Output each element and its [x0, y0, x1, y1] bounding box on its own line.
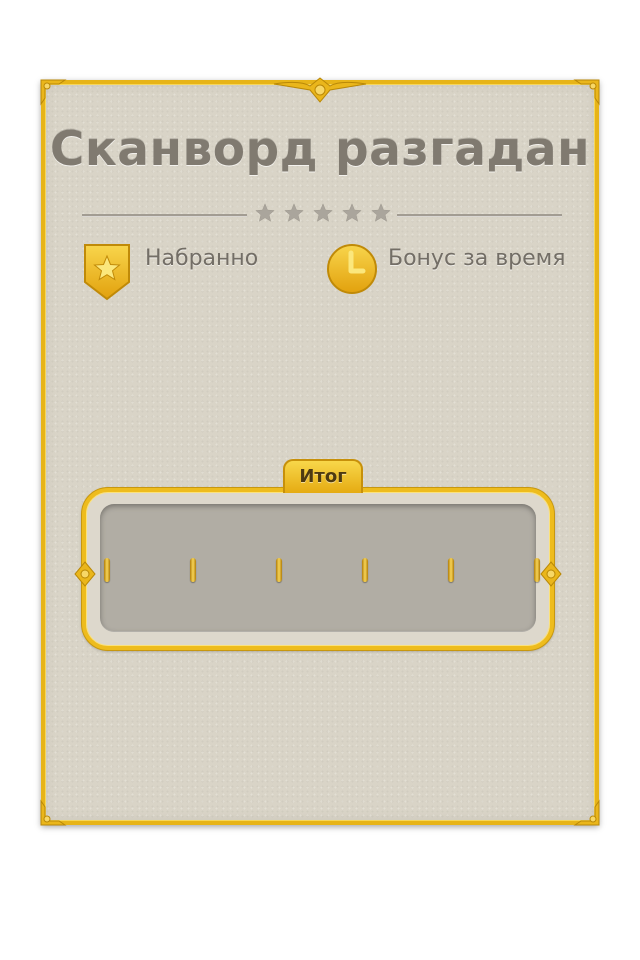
- rating-stars: [254, 202, 392, 224]
- star-badge-icon: [84, 244, 130, 301]
- side-ornament-icon: [540, 561, 562, 587]
- puzzle-solved-dialog: Сканворд разгадан Набранно Бонус за врем…: [40, 77, 600, 826]
- time-bonus-stat: Бонус за время: [325, 242, 575, 302]
- star-icon: [284, 203, 304, 222]
- dialog-title: Сканворд разгадан: [49, 122, 591, 177]
- corner-ornament-icon: [573, 79, 600, 106]
- digit-slot: [190, 558, 196, 582]
- star-icon: [342, 203, 362, 222]
- score-label: Набранно: [145, 246, 259, 271]
- star-icon: [255, 203, 275, 222]
- total-result-frame: [74, 488, 562, 650]
- divider-line: [82, 214, 247, 217]
- star-icon: [313, 203, 333, 222]
- digit-slot: [276, 558, 282, 582]
- divider-line: [397, 214, 562, 217]
- time-bonus-label: Бонус за время: [388, 246, 566, 271]
- total-score-display: [100, 504, 540, 632]
- total-tab-label: Итог: [283, 459, 363, 493]
- side-ornament-icon: [74, 561, 96, 587]
- star-icon: [371, 203, 391, 222]
- rating-divider: [82, 202, 562, 228]
- corner-ornament-icon: [40, 79, 67, 106]
- corner-ornament-icon: [40, 799, 67, 826]
- total-result-box: Итог: [74, 459, 568, 659]
- corner-ornament-icon: [573, 799, 600, 826]
- digit-slot: [362, 558, 368, 582]
- digit-slot: [104, 558, 110, 582]
- clock-icon: [327, 244, 377, 294]
- top-ornament-icon: [273, 77, 367, 103]
- digit-slot: [448, 558, 454, 582]
- score-stat: Набранно: [82, 242, 302, 302]
